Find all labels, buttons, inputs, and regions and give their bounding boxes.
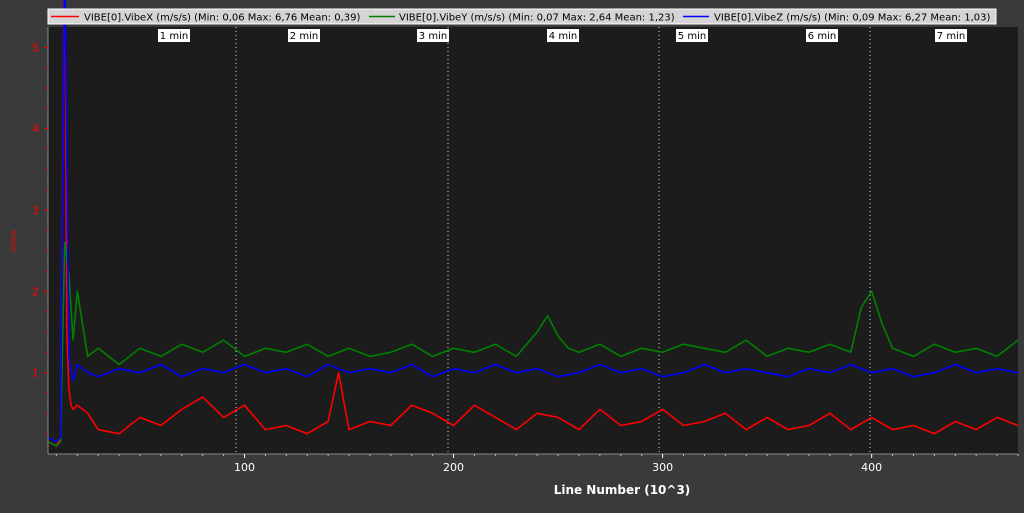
y-tick-label: 4 bbox=[32, 123, 39, 136]
time-marker-label: 6 min bbox=[808, 31, 836, 42]
time-marker-label: 2 min bbox=[290, 31, 318, 42]
y-axis-label: m/s/s bbox=[9, 230, 18, 252]
x-axis-label: Line Number (10^3) bbox=[554, 483, 691, 497]
x-tick-label: 300 bbox=[652, 461, 673, 474]
time-marker-label: 5 min bbox=[678, 31, 706, 42]
legend-entry-vibex[interactable]: VIBE[0].VibeX (m/s/s) (Min: 0,06 Max: 6,… bbox=[84, 13, 360, 24]
y-tick-label: 5 bbox=[32, 41, 39, 54]
legend: VIBE[0].VibeX (m/s/s) (Min: 0,06 Max: 6,… bbox=[47, 8, 997, 25]
y-tick-label: 2 bbox=[32, 285, 39, 298]
time-marker-label: 1 min bbox=[160, 31, 188, 42]
vibe-chart: 1 min 2 min 3 min 4 min 5 min 6 min 7 min 100 2… bbox=[0, 0, 1024, 509]
time-marker-label: 7 min bbox=[937, 31, 965, 42]
x-tick-label: 100 bbox=[234, 461, 255, 474]
y-tick-label: 1 bbox=[32, 367, 39, 380]
plot-area[interactable] bbox=[48, 27, 1018, 454]
legend-entry-vibez[interactable]: VIBE[0].VibeZ (m/s/s) (Min: 0,09 Max: 6,… bbox=[714, 13, 990, 24]
legend-entry-vibey[interactable]: VIBE[0].VibeY (m/s/s) (Min: 0,07 Max: 2,… bbox=[399, 13, 675, 24]
chart-panel: 1 min 2 min 3 min 4 min 5 min 6 min 7 min 100 2… bbox=[0, 0, 1024, 509]
y-tick-label: 3 bbox=[32, 204, 39, 217]
time-marker-label: 3 min bbox=[419, 31, 447, 42]
x-tick-label: 400 bbox=[861, 461, 882, 474]
x-tick-label: 200 bbox=[443, 461, 464, 474]
time-marker-label: 4 min bbox=[549, 31, 577, 42]
